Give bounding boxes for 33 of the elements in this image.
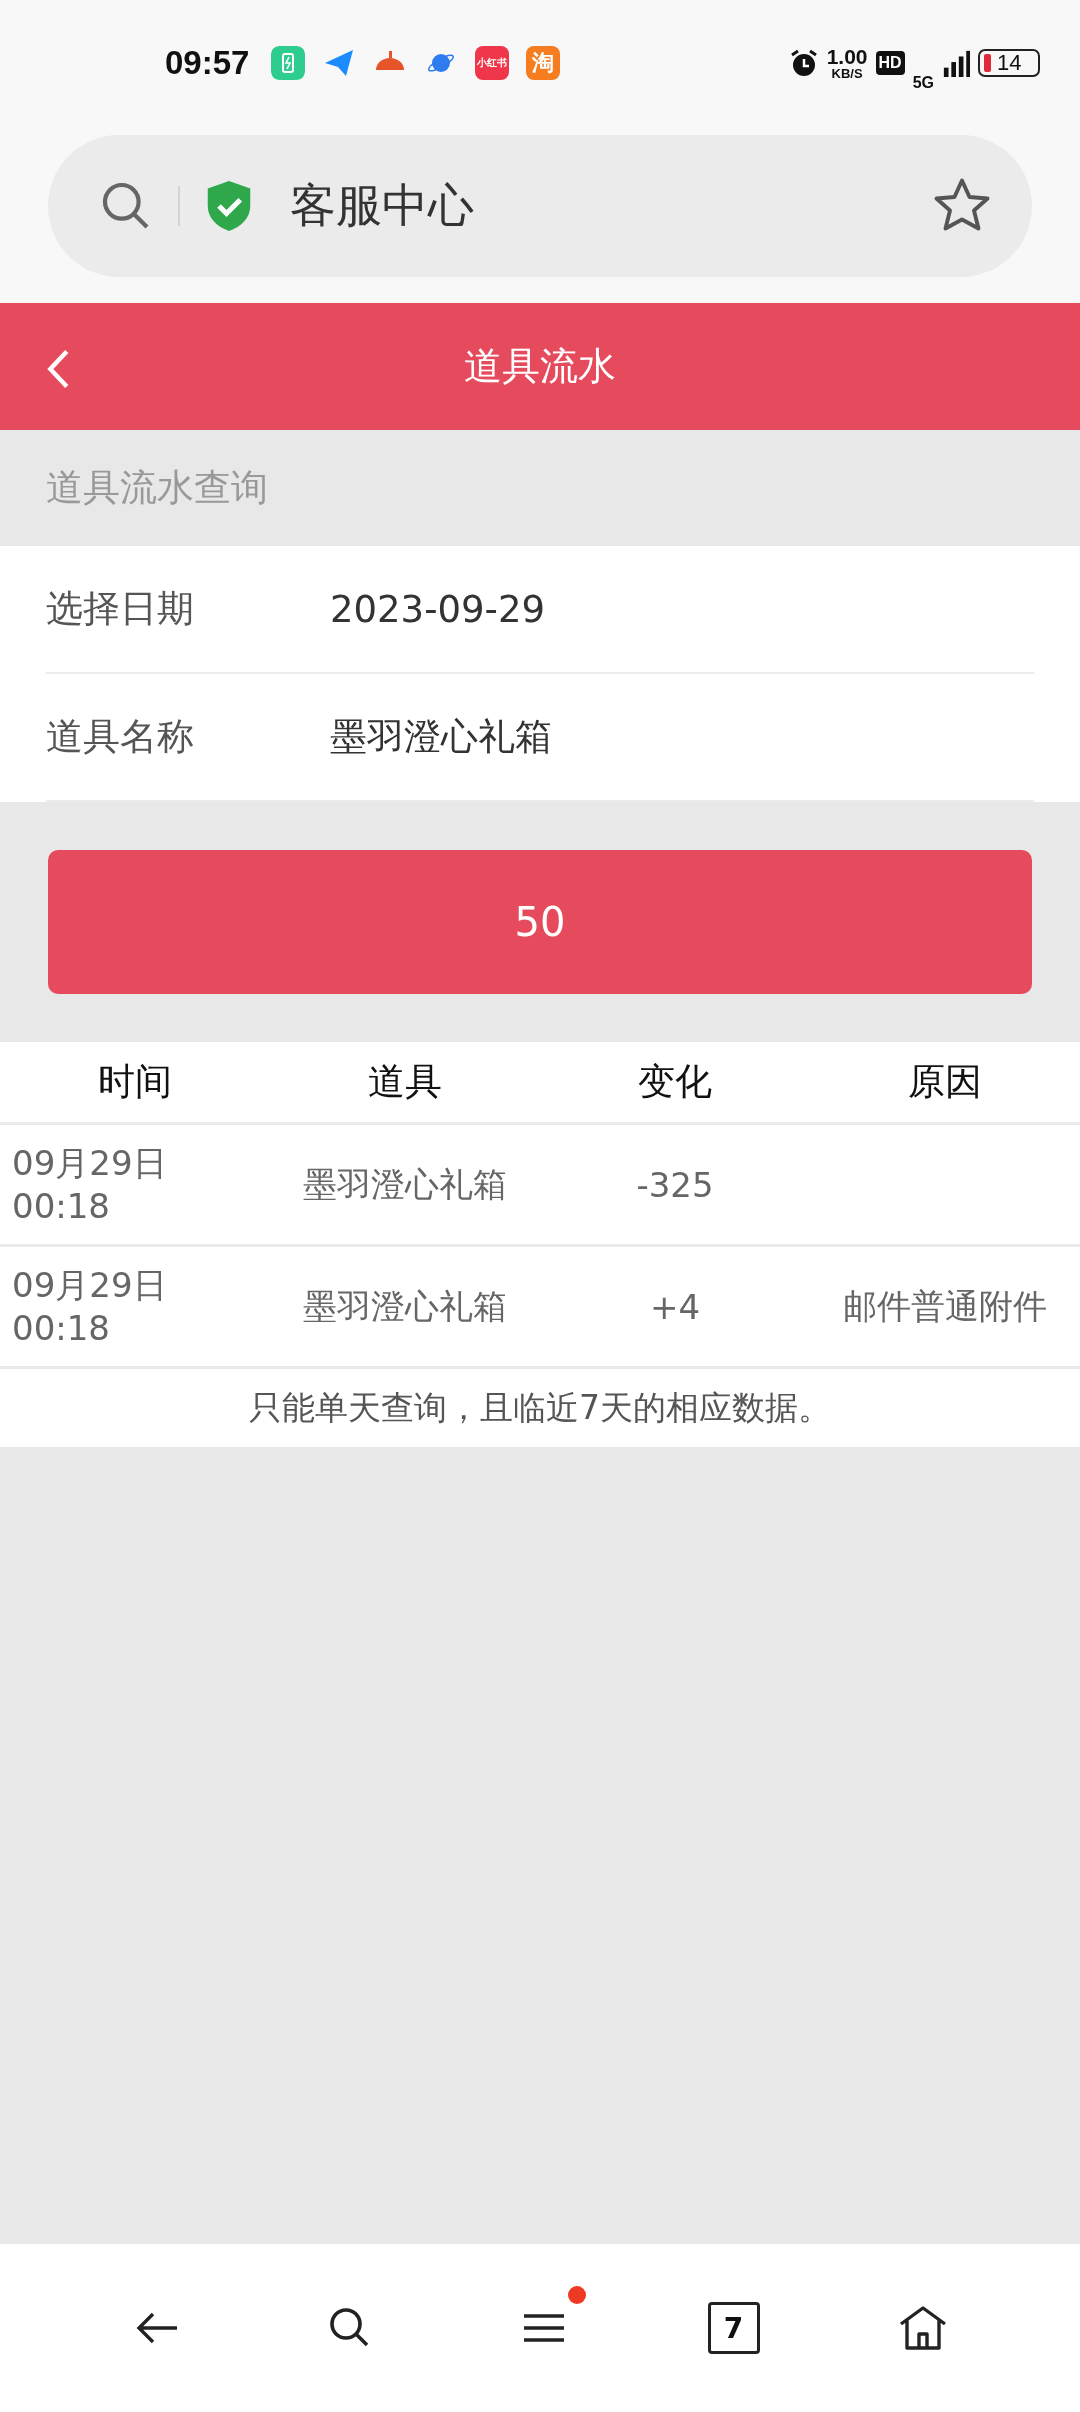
section-title: 道具流水查询 <box>45 465 269 511</box>
field-label: 道具名称 <box>46 714 195 760</box>
app-icon: 淘 <box>526 45 561 80</box>
header-title: 道具流水 <box>464 343 616 390</box>
network-speed: 1.00 <box>826 45 868 67</box>
speed-unit: KB/S <box>831 66 863 80</box>
table-cell: 09月29日 <box>12 1263 167 1307</box>
input-field[interactable]: 墨羽澄心礼箱 <box>330 712 1034 762</box>
table-cell: 墨羽澄心礼箱 <box>303 1285 507 1326</box>
table-cell: 00:18 <box>12 1184 110 1228</box>
column-header: 道具 <box>367 1059 443 1105</box>
table-cell: -325 <box>636 1164 714 1205</box>
address-bar[interactable]: 客服中心 <box>48 135 1032 277</box>
table-cell: 墨羽澄心礼箱 <box>303 1163 507 1204</box>
signal-icon <box>942 48 970 77</box>
column-header: 时间 <box>97 1059 173 1105</box>
table-cell: 09月29日 <box>12 1141 167 1185</box>
table-cell: 邮件普通附件 <box>843 1285 1047 1326</box>
battery-indicator: 14 <box>978 48 1040 77</box>
hd-badge: HD <box>875 50 905 75</box>
table-cell: +4 <box>649 1286 701 1327</box>
column-header: 变化 <box>637 1059 713 1105</box>
app-icon: 小红书 <box>475 45 510 80</box>
table-cell: 00:18 <box>12 1306 110 1350</box>
submit-button[interactable]: 50 <box>48 850 1032 994</box>
input-field[interactable]: 2023-09-29 <box>330 587 1034 631</box>
status-time: 09:57 <box>165 43 250 82</box>
note-text: 只能单天查询，且临近7天的相应数据。 <box>248 1386 832 1429</box>
column-header: 原因 <box>907 1059 983 1105</box>
field-label: 选择日期 <box>46 586 195 632</box>
page-title: 客服中心 <box>290 177 474 234</box>
tab-count-button[interactable]: 7 <box>707 2302 760 2354</box>
network-type: 5G <box>912 73 934 92</box>
